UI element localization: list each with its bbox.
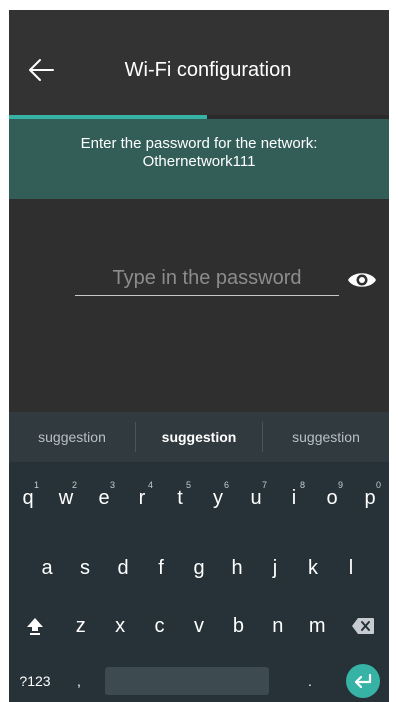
key-label: o <box>326 486 338 509</box>
banner-instruction: Enter the password for the network: <box>80 135 318 152</box>
key-q[interactable]: q1 <box>9 472 47 524</box>
key-u[interactable]: u7 <box>237 472 275 524</box>
key-hint: 9 <box>337 480 343 490</box>
key-e[interactable]: e3 <box>85 472 123 524</box>
symbols-key[interactable]: ?123 <box>9 655 61 702</box>
backspace-icon <box>351 618 374 634</box>
key-label: p <box>364 486 376 509</box>
key-hint: 0 <box>375 480 381 490</box>
shift-key[interactable] <box>9 600 61 652</box>
key-t[interactable]: t5 <box>161 472 199 524</box>
backspace-key[interactable] <box>337 600 389 652</box>
key-label: r <box>138 486 146 509</box>
key-hint: 6 <box>223 480 229 490</box>
phone-screen: Wi-Fi configuration Enter the password f… <box>9 10 389 702</box>
app-bar: Wi-Fi configuration <box>9 10 389 115</box>
key-z[interactable]: z <box>61 600 100 652</box>
shift-icon <box>27 618 43 635</box>
key-hint: 1 <box>33 480 39 490</box>
info-banner: Enter the password for the network: Othe… <box>9 119 389 199</box>
key-h[interactable]: h <box>218 542 256 594</box>
key-a[interactable]: a <box>28 542 66 594</box>
key-f[interactable]: f <box>142 542 180 594</box>
key-l[interactable]: l <box>332 542 370 594</box>
key-m[interactable]: m <box>298 600 337 652</box>
enter-icon <box>354 673 372 689</box>
keyboard-row-3: z x c v b n m <box>9 600 389 652</box>
key-hint: 4 <box>147 480 153 490</box>
space-key[interactable] <box>105 667 269 695</box>
key-y[interactable]: y6 <box>199 472 237 524</box>
key-hint: 5 <box>185 480 191 490</box>
key-label: q <box>22 486 34 509</box>
key-g[interactable]: g <box>180 542 218 594</box>
enter-key-circle <box>346 664 380 698</box>
keyboard-row-1: q1 w2 e3 r4 t5 y6 u7 i8 o9 p0 <box>9 472 389 524</box>
suggestion-right[interactable]: suggestion <box>263 422 389 452</box>
show-password-button[interactable] <box>346 266 378 294</box>
key-label: e <box>98 486 110 509</box>
key-k[interactable]: k <box>294 542 332 594</box>
keyboard-row-4: ?123 , . <box>9 655 389 702</box>
key-hint: 7 <box>261 480 267 490</box>
page-title: Wi-Fi configuration <box>124 59 292 81</box>
key-hint: 2 <box>71 480 77 490</box>
password-field-wrapper <box>75 262 339 298</box>
key-v[interactable]: v <box>179 600 218 652</box>
key-label: i <box>291 486 297 509</box>
key-n[interactable]: n <box>258 600 297 652</box>
password-input[interactable] <box>75 262 339 296</box>
soft-keyboard: suggestion suggestion suggestion q1 w2 e… <box>9 412 389 702</box>
key-label: t <box>177 486 183 509</box>
comma-key[interactable]: , <box>61 655 97 702</box>
suggestion-left[interactable]: suggestion <box>9 422 135 452</box>
key-s[interactable]: s <box>66 542 104 594</box>
key-j[interactable]: j <box>256 542 294 594</box>
key-i[interactable]: i8 <box>275 472 313 524</box>
key-o[interactable]: o9 <box>313 472 351 524</box>
suggestion-middle[interactable]: suggestion <box>135 422 263 452</box>
keyboard-row-2: a s d f g h j k l <box>9 542 389 594</box>
key-hint: 8 <box>299 480 305 490</box>
eye-icon <box>348 273 376 287</box>
network-name: Othernetwork111 <box>142 153 256 170</box>
period-key[interactable]: . <box>277 655 343 702</box>
suggestion-bar: suggestion suggestion suggestion <box>9 412 389 462</box>
enter-key[interactable] <box>343 661 383 701</box>
key-label: u <box>250 486 262 509</box>
key-x[interactable]: x <box>100 600 139 652</box>
key-r[interactable]: r4 <box>123 472 161 524</box>
key-label: y <box>213 486 223 509</box>
key-w[interactable]: w2 <box>47 472 85 524</box>
key-c[interactable]: c <box>140 600 179 652</box>
key-b[interactable]: b <box>219 600 258 652</box>
key-hint: 3 <box>109 480 115 490</box>
key-p[interactable]: p0 <box>351 472 389 524</box>
key-d[interactable]: d <box>104 542 142 594</box>
